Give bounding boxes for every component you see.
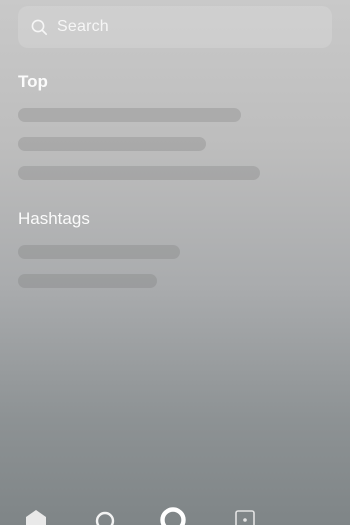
loading-placeholder bbox=[18, 108, 241, 122]
bottom-nav bbox=[0, 505, 350, 525]
home-icon[interactable] bbox=[24, 509, 48, 525]
search-bar[interactable]: Search bbox=[18, 6, 332, 48]
search-icon bbox=[30, 18, 48, 36]
ring-icon[interactable] bbox=[159, 506, 187, 525]
loading-placeholder bbox=[18, 166, 260, 180]
section-title-hashtags: Hashtags bbox=[18, 209, 90, 228]
search-input[interactable]: Search bbox=[57, 18, 109, 36]
square-dot-icon[interactable] bbox=[234, 509, 256, 525]
circle-icon[interactable] bbox=[94, 510, 116, 525]
section-title-top: Top bbox=[18, 72, 48, 91]
loading-placeholder bbox=[18, 274, 157, 288]
loading-placeholder bbox=[18, 245, 180, 259]
loading-placeholder bbox=[18, 137, 206, 151]
